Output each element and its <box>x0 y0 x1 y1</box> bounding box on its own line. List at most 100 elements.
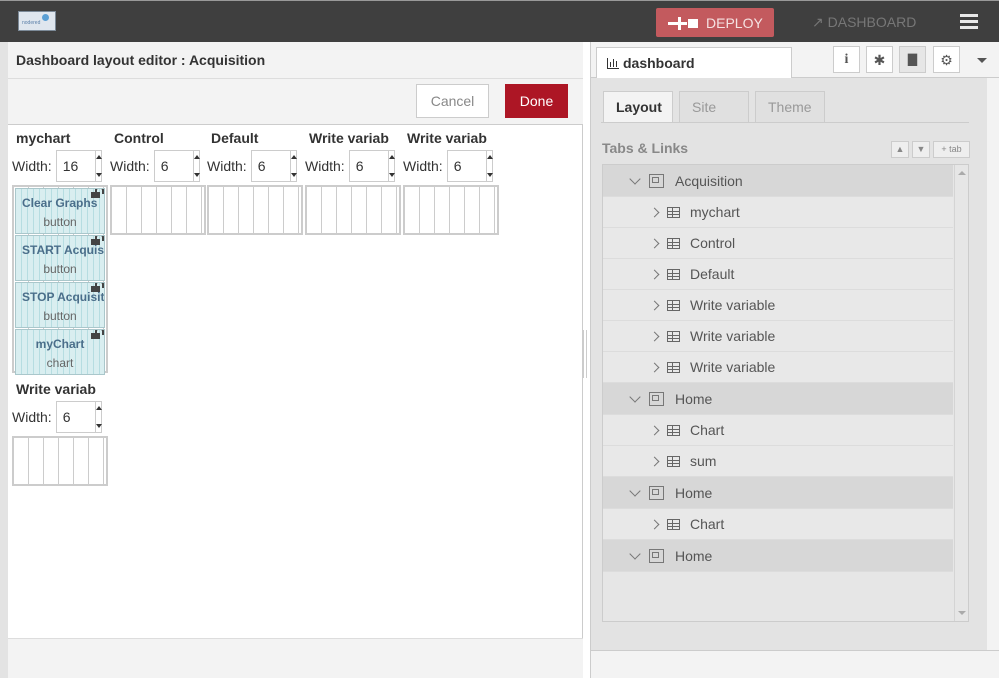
tree-tab[interactable]: Home <box>603 383 953 415</box>
done-button[interactable]: Done <box>505 84 568 118</box>
table-icon <box>667 361 680 373</box>
unlock-icon[interactable] <box>91 283 104 292</box>
chevron-right-icon[interactable] <box>649 238 660 248</box>
tree-group[interactable]: mychart <box>603 197 953 228</box>
tree-tab[interactable]: Home <box>603 477 953 509</box>
width-spinner[interactable] <box>485 151 493 181</box>
width-spinner[interactable] <box>94 402 102 432</box>
tree-label: Write variable <box>690 359 776 375</box>
info-icon[interactable]: i <box>833 46 860 73</box>
scroll-up-icon[interactable] <box>958 171 966 175</box>
chevron-right-icon[interactable] <box>649 300 660 310</box>
node-red-logo: nodered <box>18 11 56 31</box>
widget-start-acquisition[interactable]: START Acquisition button <box>15 235 105 281</box>
widget-mychart[interactable]: myChart chart <box>15 329 105 375</box>
deploy-icon <box>668 16 698 30</box>
sidebar-footer <box>591 650 999 678</box>
tree-tab[interactable]: Home <box>603 540 953 572</box>
group-grid[interactable] <box>110 185 206 235</box>
group-grid[interactable] <box>207 185 303 235</box>
sidebar-scrollbar[interactable] <box>987 78 999 650</box>
layout-group-control: Control Width: 6 <box>110 130 206 235</box>
deploy-button[interactable]: DEPLOY <box>656 8 774 37</box>
hamburger-menu-icon[interactable] <box>960 14 978 30</box>
tree-label: Home <box>675 547 713 564</box>
width-value: 6 <box>160 158 169 174</box>
editor-footer <box>8 638 583 678</box>
tab-site[interactable]: Site <box>679 91 749 122</box>
unlock-icon[interactable] <box>91 236 104 245</box>
width-value: 6 <box>62 409 71 425</box>
chevron-right-icon[interactable] <box>649 207 660 217</box>
width-input[interactable]: 6 <box>153 150 200 182</box>
group-name: Write variab <box>407 130 487 146</box>
add-tab-button[interactable]: + tab <box>933 141 970 158</box>
tree-label: Home <box>675 390 713 407</box>
chevron-right-icon[interactable] <box>649 269 660 279</box>
layout-group-write-variable-2: Write variab Width: 6 <box>403 130 499 235</box>
dashboard-chart-icon[interactable]: ▇ <box>899 46 926 73</box>
group-grid[interactable] <box>305 185 401 235</box>
sidebar-tab-dashboard[interactable]: dashboard <box>596 47 792 78</box>
expand-all-button[interactable]: ▲ <box>891 141 909 158</box>
layout-group-default: Default Width: 6 <box>207 130 303 235</box>
collapse-all-button[interactable]: ▼ <box>912 141 930 158</box>
tree-scrollbar[interactable] <box>954 165 968 621</box>
chevron-down-icon[interactable] <box>629 172 641 185</box>
width-spinner[interactable] <box>387 151 395 181</box>
tree-label: Default <box>690 266 735 282</box>
editor-button-bar: Cancel Done <box>8 79 583 125</box>
tree-group[interactable]: Chart <box>603 509 953 540</box>
chevron-right-icon[interactable] <box>649 456 660 466</box>
tree-group[interactable]: Default <box>603 259 953 290</box>
width-spinner[interactable] <box>192 151 200 181</box>
gear-icon[interactable]: ⚙ <box>933 46 960 73</box>
dashboard-link[interactable]: ↗ DASHBOARD <box>812 14 916 31</box>
tree-group[interactable]: Control <box>603 228 953 259</box>
cancel-button[interactable]: Cancel <box>416 84 489 118</box>
deploy-label: DEPLOY <box>706 14 763 31</box>
unlock-icon[interactable] <box>91 189 104 198</box>
widget-clear-graphs[interactable]: Clear Graphs button <box>15 188 105 234</box>
logo-dot-icon <box>42 14 49 21</box>
sidebar: dashboard i ✱ ▇ ⚙ Layout Site Theme Tabs… <box>590 42 999 678</box>
width-input[interactable]: 16 <box>55 150 102 182</box>
group-name: Write variab <box>309 130 389 146</box>
tab-icon <box>649 548 664 563</box>
chevron-right-icon[interactable] <box>649 519 660 529</box>
group-grid[interactable] <box>12 436 108 486</box>
tree-group[interactable]: Write variable <box>603 352 953 383</box>
width-spinner[interactable] <box>289 151 297 181</box>
unlock-icon[interactable] <box>91 330 104 339</box>
tree-group[interactable]: Write variable <box>603 290 953 321</box>
width-input[interactable]: 6 <box>446 150 493 182</box>
scroll-down-icon[interactable] <box>958 611 966 615</box>
table-icon <box>667 330 680 342</box>
width-input[interactable]: 6 <box>348 150 395 182</box>
tree-tab[interactable]: Acquisition <box>603 165 953 197</box>
width-input[interactable]: 6 <box>55 401 102 433</box>
chevron-down-icon[interactable] <box>977 58 987 63</box>
tab-layout[interactable]: Layout <box>603 91 673 123</box>
chevron-down-icon[interactable] <box>629 390 641 403</box>
chevron-down-icon[interactable] <box>629 484 641 497</box>
panel-resize-handle[interactable] <box>583 330 587 378</box>
group-grid[interactable] <box>403 185 499 235</box>
tree-group[interactable]: Write variable <box>603 321 953 352</box>
tree-label: Acquisition <box>675 172 743 189</box>
group-grid[interactable]: Clear Graphs button START Acquisition bu… <box>12 185 108 375</box>
tree-group[interactable]: Chart <box>603 415 953 446</box>
tab-theme[interactable]: Theme <box>755 91 825 122</box>
chevron-right-icon[interactable] <box>649 362 660 372</box>
debug-bug-icon[interactable]: ✱ <box>866 46 893 73</box>
chevron-right-icon[interactable] <box>649 425 660 435</box>
chevron-down-icon[interactable] <box>629 547 641 560</box>
widget-stop-acquisition[interactable]: STOP Acquisition button <box>15 282 105 328</box>
width-input[interactable]: 6 <box>250 150 297 182</box>
width-spinner[interactable] <box>94 151 102 181</box>
tree-label: Home <box>675 484 713 501</box>
tree-group[interactable]: sum <box>603 446 953 477</box>
tree-label: Write variable <box>690 328 776 344</box>
tab-icon <box>649 485 664 500</box>
chevron-right-icon[interactable] <box>649 331 660 341</box>
